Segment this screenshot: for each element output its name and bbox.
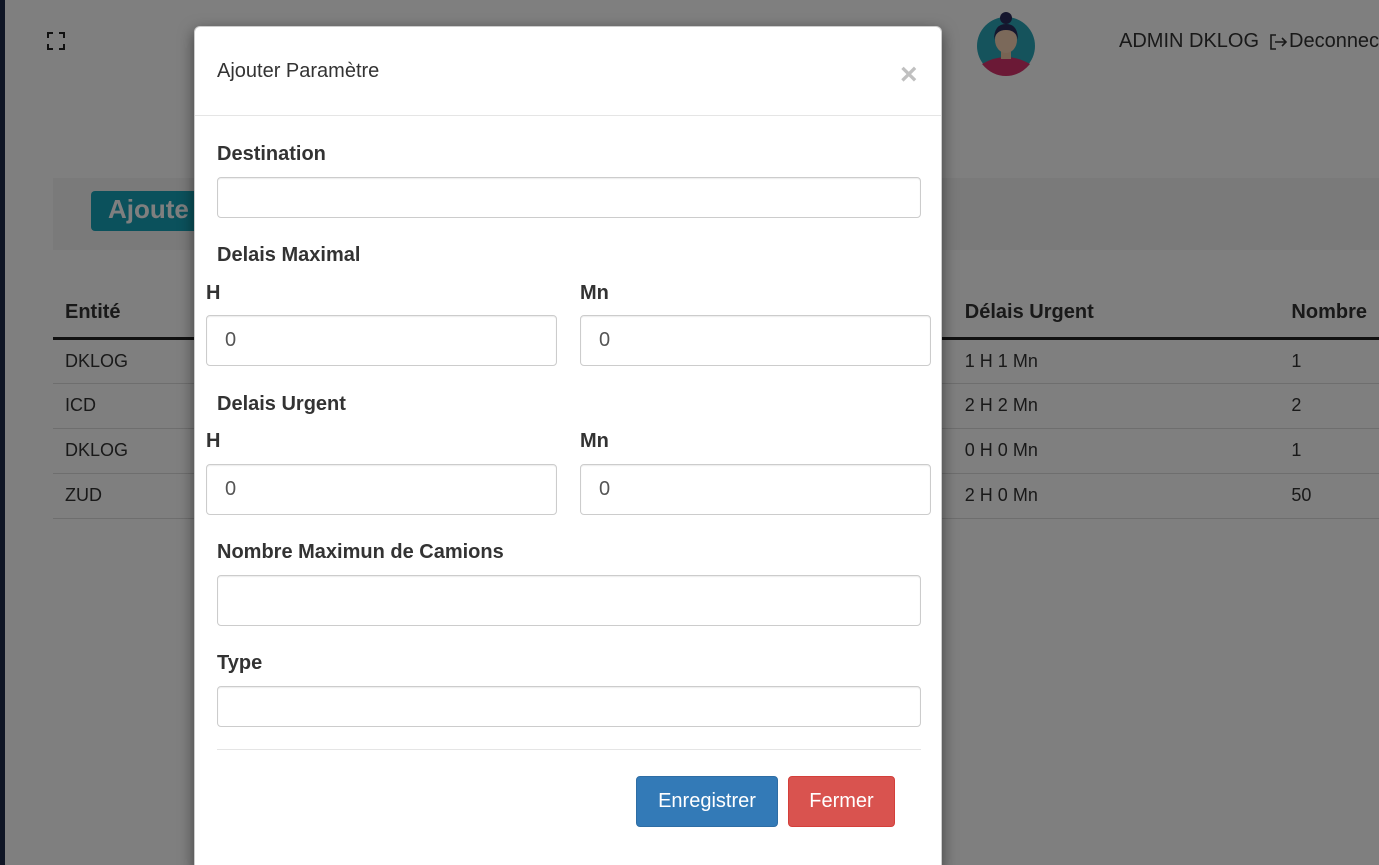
close-button[interactable]: Fermer [788, 776, 895, 827]
delais-urgent-hours-label: H [206, 430, 221, 452]
save-button[interactable]: Enregistrer [636, 776, 778, 827]
delais-urgent-minutes-input[interactable] [580, 464, 931, 515]
destination-label: Destination [217, 143, 326, 165]
delais-maximal-label: Delais Maximal [217, 244, 361, 266]
close-icon[interactable]: × [900, 60, 918, 90]
destination-input[interactable] [217, 177, 921, 218]
delais-maximal-minutes-input[interactable] [580, 315, 931, 366]
delais-urgent-minutes-label: Mn [580, 430, 609, 452]
nombre-camions-label: Nombre Maximun de Camions [217, 541, 504, 563]
delais-maximal-minutes-label: Mn [580, 282, 609, 304]
nombre-camions-input[interactable] [217, 575, 921, 626]
modal-header: Ajouter Paramètre × [195, 27, 941, 116]
delais-maximal-hours-input[interactable] [206, 315, 557, 366]
footer-divider [217, 749, 921, 750]
type-label: Type [217, 652, 263, 674]
modal-title: Ajouter Paramètre [217, 60, 380, 82]
type-input[interactable] [217, 686, 921, 727]
delais-urgent-hours-input[interactable] [206, 464, 557, 515]
delais-maximal-hours-label: H [206, 282, 221, 304]
delais-urgent-label: Delais Urgent [217, 393, 346, 415]
add-parameter-modal: Ajouter Paramètre × Destination Delais M… [194, 26, 942, 865]
